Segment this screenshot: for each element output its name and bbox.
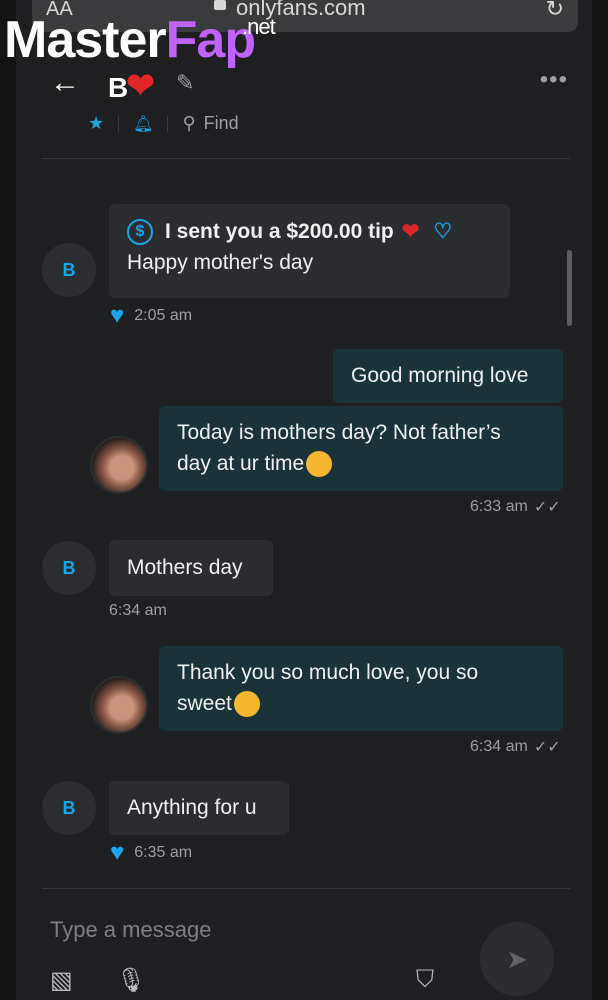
like-heart-icon[interactable]: ♥: [110, 302, 124, 330]
avatar[interactable]: B: [42, 541, 96, 595]
edit-pencil-icon[interactable]: ✎: [176, 70, 194, 96]
tip-message-bubble[interactable]: $ I sent you a $200.00 tip ❤ ♡ Happy mot…: [109, 204, 510, 298]
watermark-part1: Master: [4, 11, 167, 69]
message-time: 6:35 am: [134, 844, 193, 861]
message-text-line2: sweet: [177, 692, 232, 715]
bell-icon[interactable]: 🔔︎: [133, 114, 153, 134]
message-text-line1: Thank you so much love, you so: [177, 661, 479, 684]
message-text-line1: Today is mothers day? Not father’s: [177, 421, 501, 444]
message-time: 6:34 am: [109, 602, 167, 619]
search-icon[interactable]: ⚲: [182, 113, 195, 134]
star-icon[interactable]: ★: [88, 113, 104, 134]
avatar[interactable]: [90, 676, 148, 734]
read-receipt-icon: ✓✓: [533, 739, 561, 756]
header-divider: [42, 158, 570, 159]
contact-name[interactable]: B❤: [108, 66, 155, 106]
avatar[interactable]: [90, 436, 148, 494]
message-time: 6:34 am: [470, 738, 528, 755]
message-text: Happy mother's day: [127, 251, 314, 274]
message-text: Anything for u: [127, 796, 257, 819]
outgoing-message-bubble[interactable]: Today is mothers day? Not father’s day a…: [159, 406, 563, 491]
image-icon[interactable]: ▧: [50, 966, 73, 995]
divider: [167, 115, 169, 132]
incoming-message-bubble[interactable]: Anything for u: [109, 781, 289, 835]
message-text-line2: day at ur time: [177, 452, 305, 475]
reload-icon[interactable]: ↻: [546, 0, 564, 22]
avatar-initial: B: [62, 557, 76, 578]
message-time: 2:05 am: [134, 307, 193, 324]
message-text: Mothers day: [127, 556, 243, 579]
monkey-emoji-icon: [306, 451, 333, 478]
incoming-message-bubble[interactable]: Mothers day: [109, 540, 273, 596]
divider: [118, 115, 120, 132]
read-receipt-icon: ✓✓: [533, 499, 561, 516]
microphone-icon[interactable]: 🎙︎: [116, 966, 146, 995]
smiling-emoji-icon: [233, 691, 260, 718]
dollar-icon: $: [127, 218, 153, 245]
avatar-initial: B: [62, 797, 76, 818]
message-input[interactable]: [48, 916, 452, 944]
message-meta: 6:34 am: [109, 602, 167, 620]
more-options-icon[interactable]: •••: [540, 66, 568, 94]
back-arrow-icon[interactable]: ←: [50, 66, 80, 100]
find-button[interactable]: Find: [204, 113, 239, 134]
avatar[interactable]: B: [42, 781, 96, 835]
message-time: 6:33 am: [470, 498, 528, 515]
send-button[interactable]: ➤: [480, 922, 554, 996]
lock-icon: [214, 0, 226, 10]
send-icon: ➤: [506, 943, 528, 974]
scrollbar[interactable]: [567, 250, 572, 326]
price-tag-icon[interactable]: ⛉: [416, 966, 434, 994]
hearts-icon: ♡: [433, 220, 453, 243]
like-heart-icon[interactable]: ♥: [110, 839, 124, 867]
heart-emoji: ❤: [401, 220, 420, 243]
tip-line: $ I sent you a $200.00 tip ❤ ♡: [127, 216, 492, 247]
outgoing-message-bubble[interactable]: Good morning love: [333, 349, 563, 403]
message-meta: 6:34 am ✓✓: [470, 737, 561, 757]
watermark-logo: MasterFap .net: [4, 11, 276, 69]
avatar[interactable]: B: [42, 243, 96, 297]
heart-emoji: ❤: [126, 67, 155, 105]
message-meta: ♥ 6:35 am: [110, 839, 192, 867]
tip-text: I sent you a $200.00 tip: [165, 220, 394, 243]
outgoing-message-bubble[interactable]: Thank you so much love, you so sweet: [159, 646, 563, 731]
message-meta: 6:33 am ✓✓: [470, 497, 561, 517]
message-text: Good morning love: [351, 364, 529, 387]
composer-divider: [42, 888, 570, 889]
chat-subbar: ★ 🔔︎ ⚲ Find: [88, 113, 239, 134]
watermark-suffix: .net: [242, 14, 276, 39]
message-meta: ♥ 2:05 am: [110, 302, 192, 330]
avatar-initial: B: [62, 259, 76, 280]
